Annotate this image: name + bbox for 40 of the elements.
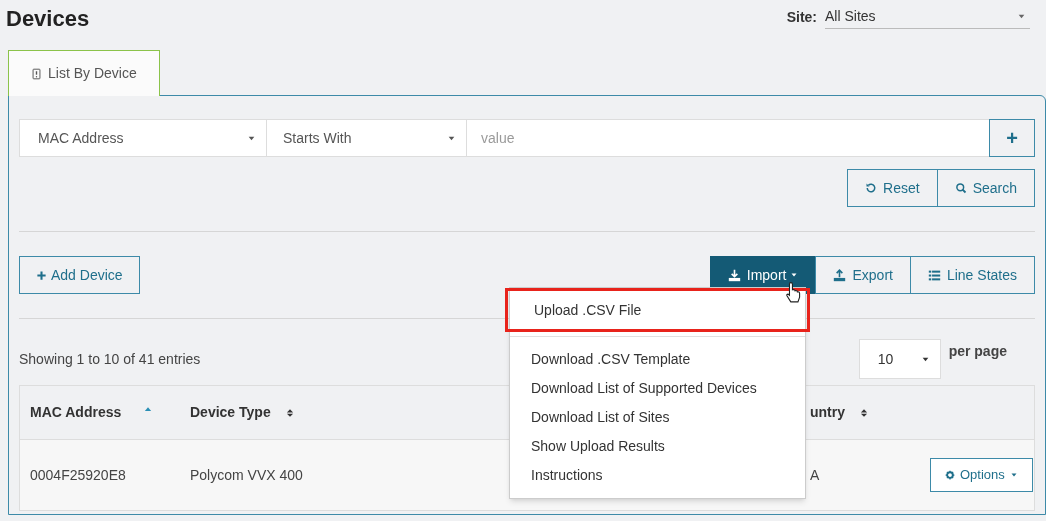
table-cell: A <box>810 466 820 483</box>
menu-item[interactable]: Upload .CSV File <box>505 288 810 332</box>
page-title: Devices <box>6 5 90 33</box>
menu-item[interactable]: Download List of Sites <box>510 403 805 432</box>
menu-item[interactable]: Instructions <box>510 461 805 490</box>
menu-item[interactable]: Download .CSV Template <box>510 345 805 374</box>
reset-icon <box>865 182 878 194</box>
site-label: Site: <box>786 7 817 27</box>
caret-icon <box>1017 12 1026 21</box>
value-input[interactable]: value <box>467 119 989 157</box>
menu-item[interactable]: Download List of Supported Devices <box>510 374 805 403</box>
table-cell: 0004F25920E8 <box>30 466 126 483</box>
caret-icon <box>1009 471 1018 479</box>
column-header[interactable]: untry <box>810 402 845 423</box>
table-cell: Polycom VVX 400 <box>190 466 303 483</box>
export-button[interactable]: Export <box>815 256 911 294</box>
gear-icon <box>945 470 955 480</box>
page-size-select[interactable]: 10 <box>858 339 941 379</box>
entries-summary: Showing 1 to 10 of 41 entries <box>19 349 201 369</box>
phone-icon <box>31 67 42 80</box>
operator-select[interactable]: Starts With <box>267 119 467 157</box>
site-select[interactable]: All Sites <box>825 5 1030 29</box>
tab[interactable]: List By Device <box>8 50 160 96</box>
lines-button[interactable]: Line States <box>909 256 1035 294</box>
add-device-button[interactable]: Add Device <box>19 256 140 294</box>
field-select[interactable]: MAC Address <box>19 119 267 157</box>
search-button[interactable]: Search <box>936 169 1035 207</box>
plus-icon <box>36 269 47 281</box>
menu-item[interactable]: Show Upload Results <box>510 432 805 461</box>
column-header[interactable]: MAC Address <box>30 402 122 423</box>
list-icon <box>927 268 941 282</box>
reset-button[interactable]: Reset <box>847 169 938 207</box>
add-filter-button[interactable]: + <box>989 119 1035 157</box>
search-icon <box>954 182 967 194</box>
column-header[interactable]: Device Type <box>190 402 271 423</box>
download-icon <box>727 268 741 282</box>
per-page-label: per page <box>948 342 1007 361</box>
caret-icon <box>790 271 799 279</box>
options-button[interactable]: Options <box>930 458 1033 492</box>
upload-icon <box>833 268 847 282</box>
